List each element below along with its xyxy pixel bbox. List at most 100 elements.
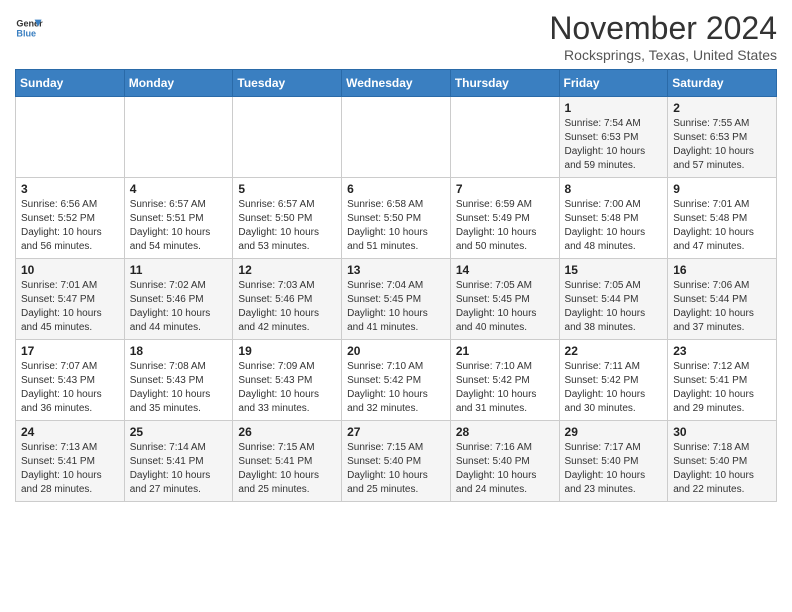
calendar-cell: 2 Sunrise: 7:55 AM Sunset: 6:53 PM Daylig…	[668, 97, 777, 178]
day-info: Sunrise: 7:12 AM Sunset: 5:41 PM Dayligh…	[673, 360, 771, 416]
day-info: Sunrise: 7:14 AM Sunset: 5:41 PM Dayligh…	[130, 441, 228, 497]
day-info: Sunrise: 7:10 AM Sunset: 5:42 PM Dayligh…	[347, 360, 445, 416]
day-number: 3	[21, 182, 119, 196]
day-info: Sunrise: 7:10 AM Sunset: 5:42 PM Dayligh…	[456, 360, 554, 416]
day-number: 25	[130, 425, 228, 439]
svg-text:Blue: Blue	[16, 28, 36, 38]
weekday-header-wednesday: Wednesday	[342, 70, 451, 97]
day-info: Sunrise: 6:57 AM Sunset: 5:50 PM Dayligh…	[238, 198, 336, 254]
calendar-cell: 3 Sunrise: 6:56 AM Sunset: 5:52 PM Daylig…	[16, 178, 125, 259]
day-number: 10	[21, 263, 119, 277]
day-number: 17	[21, 344, 119, 358]
day-info: Sunrise: 7:18 AM Sunset: 5:40 PM Dayligh…	[673, 441, 771, 497]
calendar-cell: 17 Sunrise: 7:07 AM Sunset: 5:43 PM Dayli…	[16, 340, 125, 421]
day-info: Sunrise: 7:01 AM Sunset: 5:47 PM Dayligh…	[21, 279, 119, 335]
calendar-cell: 18 Sunrise: 7:08 AM Sunset: 5:43 PM Dayli…	[124, 340, 233, 421]
calendar-week-1: 1Sunrise: 7:54 AM Sunset: 6:53 PM Daylig…	[16, 97, 777, 178]
day-number: 1	[565, 101, 663, 115]
day-number: 6	[347, 182, 445, 196]
day-number: 13	[347, 263, 445, 277]
calendar-cell: 22 Sunrise: 7:11 AM Sunset: 5:42 PM Dayli…	[559, 340, 668, 421]
calendar-cell: 14 Sunrise: 7:05 AM Sunset: 5:45 PM Dayli…	[450, 259, 559, 340]
calendar-cell: 15 Sunrise: 7:05 AM Sunset: 5:44 PM Dayli…	[559, 259, 668, 340]
day-number: 29	[565, 425, 663, 439]
calendar-cell: 20 Sunrise: 7:10 AM Sunset: 5:42 PM Dayli…	[342, 340, 451, 421]
calendar-cell: 12Sunrise: 7:03 AM Sunset: 5:46 PM Dayli…	[233, 259, 342, 340]
day-info: Sunrise: 7:02 AM Sunset: 5:46 PM Dayligh…	[130, 279, 228, 335]
calendar-cell: 11 Sunrise: 7:02 AM Sunset: 5:46 PM Dayli…	[124, 259, 233, 340]
calendar-cell	[450, 97, 559, 178]
weekday-header-row: SundayMondayTuesdayWednesdayThursdayFrid…	[16, 70, 777, 97]
calendar-header: General Blue November 2024 Rocksprings, …	[15, 10, 777, 63]
day-number: 9	[673, 182, 771, 196]
calendar-week-3: 10 Sunrise: 7:01 AM Sunset: 5:47 PM Dayli…	[16, 259, 777, 340]
calendar-cell: 29 Sunrise: 7:17 AM Sunset: 5:40 PM Dayli…	[559, 421, 668, 502]
calendar-cell: 16 Sunrise: 7:06 AM Sunset: 5:44 PM Dayli…	[668, 259, 777, 340]
calendar-cell: 13 Sunrise: 7:04 AM Sunset: 5:45 PM Dayli…	[342, 259, 451, 340]
day-info: Sunrise: 7:13 AM Sunset: 5:41 PM Dayligh…	[21, 441, 119, 497]
day-number: 5	[238, 182, 336, 196]
location-subtitle: Rocksprings, Texas, United States	[549, 47, 777, 63]
calendar-cell	[16, 97, 125, 178]
calendar-cell: 27 Sunrise: 7:15 AM Sunset: 5:40 PM Dayli…	[342, 421, 451, 502]
calendar-cell	[124, 97, 233, 178]
day-info: Sunrise: 7:05 AM Sunset: 5:44 PM Dayligh…	[565, 279, 663, 335]
calendar-cell: 1Sunrise: 7:54 AM Sunset: 6:53 PM Daylig…	[559, 97, 668, 178]
day-number: 11	[130, 263, 228, 277]
day-number: 4	[130, 182, 228, 196]
calendar-cell: 28Sunrise: 7:16 AM Sunset: 5:40 PM Dayli…	[450, 421, 559, 502]
day-info: Sunrise: 7:11 AM Sunset: 5:42 PM Dayligh…	[565, 360, 663, 416]
calendar-cell	[233, 97, 342, 178]
day-info: Sunrise: 7:16 AM Sunset: 5:40 PM Dayligh…	[456, 441, 554, 497]
calendar-cell: 5 Sunrise: 6:57 AM Sunset: 5:50 PM Daylig…	[233, 178, 342, 259]
day-info: Sunrise: 7:05 AM Sunset: 5:45 PM Dayligh…	[456, 279, 554, 335]
day-number: 18	[130, 344, 228, 358]
calendar-table: SundayMondayTuesdayWednesdayThursdayFrid…	[15, 69, 777, 502]
weekday-header-tuesday: Tuesday	[233, 70, 342, 97]
weekday-header-monday: Monday	[124, 70, 233, 97]
calendar-cell: 8Sunrise: 7:00 AM Sunset: 5:48 PM Daylig…	[559, 178, 668, 259]
calendar-week-5: 24 Sunrise: 7:13 AM Sunset: 5:41 PM Dayli…	[16, 421, 777, 502]
day-info: Sunrise: 7:15 AM Sunset: 5:41 PM Dayligh…	[238, 441, 336, 497]
day-number: 20	[347, 344, 445, 358]
calendar-cell	[342, 97, 451, 178]
calendar-cell: 19 Sunrise: 7:09 AM Sunset: 5:43 PM Dayli…	[233, 340, 342, 421]
calendar-cell: 9 Sunrise: 7:01 AM Sunset: 5:48 PM Daylig…	[668, 178, 777, 259]
day-number: 26	[238, 425, 336, 439]
day-number: 30	[673, 425, 771, 439]
day-number: 22	[565, 344, 663, 358]
day-number: 24	[21, 425, 119, 439]
day-number: 27	[347, 425, 445, 439]
day-info: Sunrise: 7:07 AM Sunset: 5:43 PM Dayligh…	[21, 360, 119, 416]
day-info: Sunrise: 6:57 AM Sunset: 5:51 PM Dayligh…	[130, 198, 228, 254]
day-number: 15	[565, 263, 663, 277]
day-number: 14	[456, 263, 554, 277]
calendar-cell: 6Sunrise: 6:58 AM Sunset: 5:50 PM Daylig…	[342, 178, 451, 259]
day-info: Sunrise: 7:15 AM Sunset: 5:40 PM Dayligh…	[347, 441, 445, 497]
day-info: Sunrise: 7:01 AM Sunset: 5:48 PM Dayligh…	[673, 198, 771, 254]
day-info: Sunrise: 7:55 AM Sunset: 6:53 PM Dayligh…	[673, 117, 771, 173]
calendar-cell: 24 Sunrise: 7:13 AM Sunset: 5:41 PM Dayli…	[16, 421, 125, 502]
day-number: 19	[238, 344, 336, 358]
day-info: Sunrise: 6:59 AM Sunset: 5:49 PM Dayligh…	[456, 198, 554, 254]
day-info: Sunrise: 7:17 AM Sunset: 5:40 PM Dayligh…	[565, 441, 663, 497]
weekday-header-thursday: Thursday	[450, 70, 559, 97]
day-info: Sunrise: 6:56 AM Sunset: 5:52 PM Dayligh…	[21, 198, 119, 254]
day-number: 21	[456, 344, 554, 358]
weekday-header-friday: Friday	[559, 70, 668, 97]
weekday-header-saturday: Saturday	[668, 70, 777, 97]
day-info: Sunrise: 7:06 AM Sunset: 5:44 PM Dayligh…	[673, 279, 771, 335]
calendar-cell: 23Sunrise: 7:12 AM Sunset: 5:41 PM Dayli…	[668, 340, 777, 421]
day-info: Sunrise: 7:04 AM Sunset: 5:45 PM Dayligh…	[347, 279, 445, 335]
title-area: November 2024 Rocksprings, Texas, United…	[549, 10, 777, 63]
day-info: Sunrise: 7:08 AM Sunset: 5:43 PM Dayligh…	[130, 360, 228, 416]
calendar-cell: 26 Sunrise: 7:15 AM Sunset: 5:41 PM Dayli…	[233, 421, 342, 502]
day-number: 7	[456, 182, 554, 196]
day-info: Sunrise: 7:09 AM Sunset: 5:43 PM Dayligh…	[238, 360, 336, 416]
calendar-week-4: 17 Sunrise: 7:07 AM Sunset: 5:43 PM Dayli…	[16, 340, 777, 421]
calendar-cell: 7 Sunrise: 6:59 AM Sunset: 5:49 PM Daylig…	[450, 178, 559, 259]
calendar-cell: 25 Sunrise: 7:14 AM Sunset: 5:41 PM Dayli…	[124, 421, 233, 502]
calendar-week-2: 3 Sunrise: 6:56 AM Sunset: 5:52 PM Daylig…	[16, 178, 777, 259]
day-number: 16	[673, 263, 771, 277]
day-number: 2	[673, 101, 771, 115]
